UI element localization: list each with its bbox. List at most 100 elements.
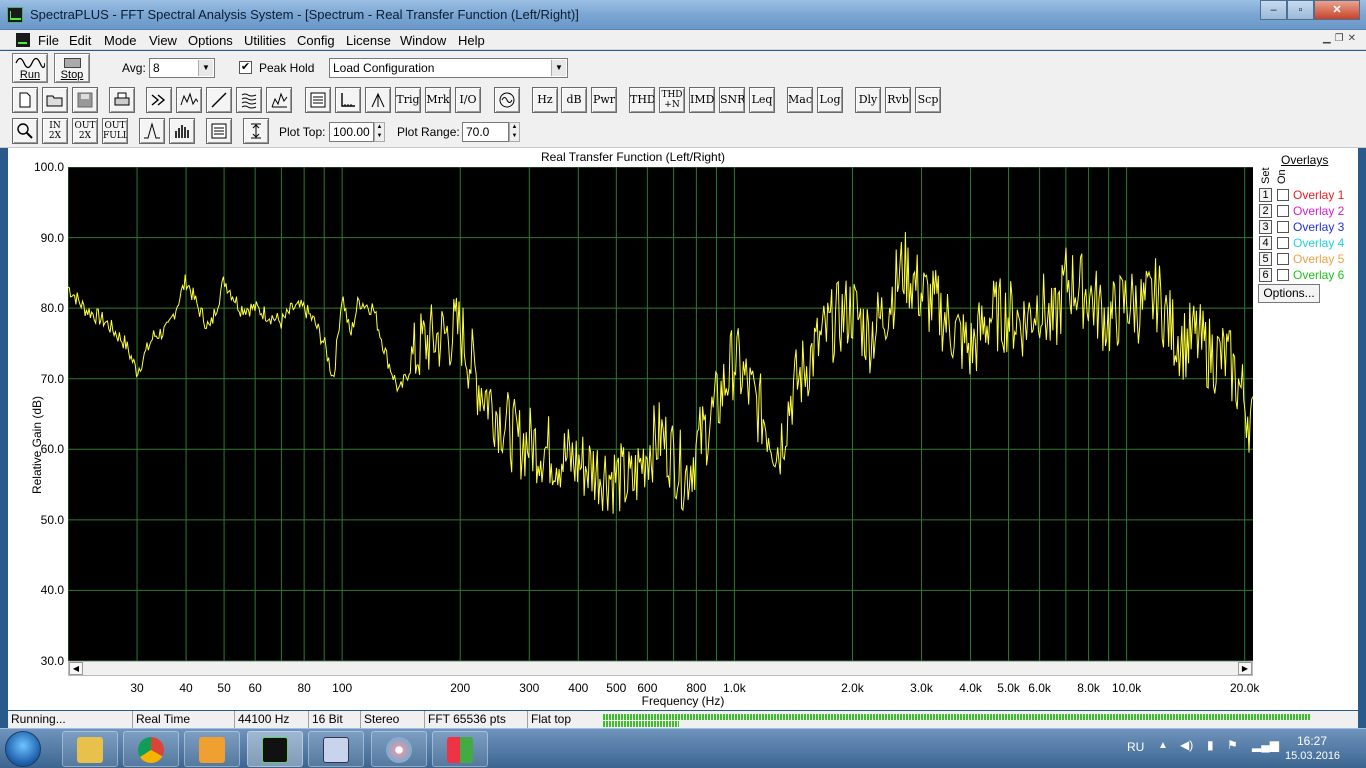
print-button[interactable] <box>109 87 135 113</box>
spectrogram-button[interactable] <box>266 87 292 113</box>
x-tick-label: 200 <box>450 681 471 695</box>
taskbar-dsp-app[interactable] <box>308 731 364 767</box>
new-file-button[interactable] <box>12 87 38 113</box>
delay-button[interactable]: Dly <box>855 87 881 113</box>
clock-time[interactable]: 16:27 <box>1297 734 1327 748</box>
horizontal-scrollbar[interactable]: ◀ ▶ <box>68 661 1253 676</box>
network-icon[interactable]: ▂▄▆ <box>1252 738 1279 752</box>
chevron-down-icon[interactable]: ▼ <box>551 60 566 76</box>
maximize-button[interactable]: ▫ <box>1287 0 1314 20</box>
taskbar-spectraplus[interactable] <box>247 731 303 767</box>
bar-plot-button[interactable] <box>169 118 195 144</box>
minimize-button[interactable]: – <box>1260 0 1287 20</box>
weighting-button[interactable] <box>365 87 391 113</box>
zoom-in-button[interactable]: IN 2X <box>42 118 68 144</box>
phase-button[interactable] <box>206 87 232 113</box>
run-button[interactable]: Run <box>12 53 48 83</box>
close-button[interactable]: ✕ <box>1314 0 1360 20</box>
overlay-set-button[interactable]: 3 <box>1259 220 1272 234</box>
thd-n-button[interactable]: THD +N <box>659 87 685 113</box>
plot-top-input[interactable]: 100.00 ▲ ▼ <box>329 122 385 142</box>
taskbar-explorer[interactable] <box>62 731 118 767</box>
avg-select[interactable]: 8 ▼ <box>149 58 215 78</box>
overlay-set-button[interactable]: 4 <box>1259 236 1272 250</box>
menu-mode[interactable]: Mode <box>104 33 137 48</box>
save-button[interactable] <box>72 87 98 113</box>
clock-date[interactable]: 15.03.2016 <box>1285 750 1340 762</box>
overlay-on-checkbox[interactable] <box>1277 269 1289 281</box>
fast-forward-button[interactable] <box>146 87 172 113</box>
tray-expand-icon[interactable]: ▲ <box>1158 740 1168 751</box>
overlay-on-checkbox[interactable] <box>1277 253 1289 265</box>
app-icon[interactable] <box>7 7 23 23</box>
overlay-set-button[interactable]: 6 <box>1259 268 1272 282</box>
macro-button[interactable]: Mac <box>787 87 813 113</box>
overlay-set-button[interactable]: 1 <box>1259 188 1272 202</box>
io-button[interactable]: I/O <box>455 87 481 113</box>
zoom-button[interactable] <box>12 118 38 144</box>
db-button[interactable]: dB <box>561 87 587 113</box>
taskbar-chrome[interactable] <box>123 731 179 767</box>
trig-button[interactable]: Trig <box>395 87 421 113</box>
scope-button[interactable]: Scp <box>915 87 941 113</box>
taskbar-outlook[interactable] <box>184 731 240 767</box>
menu-window[interactable]: Window <box>400 33 446 48</box>
language-indicator[interactable]: RU <box>1127 740 1144 754</box>
menu-help[interactable]: Help <box>458 33 485 48</box>
taskbar-office[interactable] <box>432 731 488 767</box>
spectrum-mode-button[interactable] <box>176 87 202 113</box>
zoom-out-button[interactable]: OUT 2X <box>72 118 98 144</box>
zoom-full-button[interactable]: OUT FULL <box>102 118 128 144</box>
marker-button[interactable]: Mrk <box>425 87 451 113</box>
imd-button[interactable]: IMD <box>689 87 715 113</box>
generator-button[interactable] <box>494 87 520 113</box>
overlay-options-button[interactable]: Options... <box>1258 284 1320 303</box>
menu-utilities[interactable]: Utilities <box>244 33 286 48</box>
volume-icon[interactable]: ◀) <box>1180 738 1193 752</box>
plot-range-input[interactable]: 70.0 ▲ ▼ <box>462 122 520 142</box>
snr-button[interactable]: SNR <box>719 87 745 113</box>
menu-view[interactable]: View <box>149 33 177 48</box>
menu-options[interactable]: Options <box>188 33 233 48</box>
spinner-arrows-icon[interactable]: ▲ ▼ <box>509 122 520 142</box>
overlay-set-button[interactable]: 5 <box>1259 252 1272 266</box>
menu-license[interactable]: License <box>346 33 391 48</box>
log-button[interactable]: Log <box>817 87 843 113</box>
document-icon[interactable] <box>16 33 30 47</box>
waterfall-button[interactable] <box>236 87 262 113</box>
start-button[interactable] <box>5 731 41 767</box>
report-button[interactable] <box>305 87 331 113</box>
properties-button[interactable] <box>206 118 232 144</box>
chevron-down-icon[interactable]: ▼ <box>198 60 213 76</box>
scroll-right-icon[interactable]: ▶ <box>1238 662 1252 675</box>
line-plot-button[interactable] <box>139 118 165 144</box>
configuration-select[interactable]: Load Configuration ▼ <box>329 58 568 78</box>
stop-button[interactable]: Stop <box>54 53 90 83</box>
leq-button[interactable]: Leq <box>749 87 775 113</box>
scroll-left-icon[interactable]: ◀ <box>69 662 83 675</box>
action-center-icon[interactable]: ⚑ <box>1227 738 1238 752</box>
menu-config[interactable]: Config <box>297 33 335 48</box>
power-button[interactable]: Pwr <box>591 87 617 113</box>
mdi-close-icon[interactable]: ✕ <box>1348 33 1356 44</box>
battery-icon[interactable]: ▮ <box>1207 738 1214 752</box>
plot-area[interactable] <box>67 166 1254 662</box>
mdi-minimize-icon[interactable]: ▁ <box>1323 33 1331 44</box>
overlay-set-button[interactable]: 2 <box>1259 204 1272 218</box>
mdi-restore-icon[interactable]: ❐ <box>1335 33 1344 44</box>
reverb-button[interactable]: Rvb <box>885 87 911 113</box>
autoscale-button[interactable] <box>243 118 269 144</box>
overlay-on-checkbox[interactable] <box>1277 205 1289 217</box>
thd-button[interactable]: THD <box>629 87 655 113</box>
peak-hold-checkbox[interactable]: ✔ <box>239 61 252 74</box>
menu-file[interactable]: File <box>38 33 59 48</box>
taskbar-paint[interactable] <box>371 731 427 767</box>
menu-edit[interactable]: Edit <box>69 33 91 48</box>
overlay-on-checkbox[interactable] <box>1277 221 1289 233</box>
scale-button[interactable] <box>335 87 361 113</box>
overlay-on-checkbox[interactable] <box>1277 189 1289 201</box>
open-file-button[interactable] <box>42 87 68 113</box>
spinner-arrows-icon[interactable]: ▲ ▼ <box>374 122 385 142</box>
hz-button[interactable]: Hz <box>532 87 558 113</box>
overlay-on-checkbox[interactable] <box>1277 237 1289 249</box>
